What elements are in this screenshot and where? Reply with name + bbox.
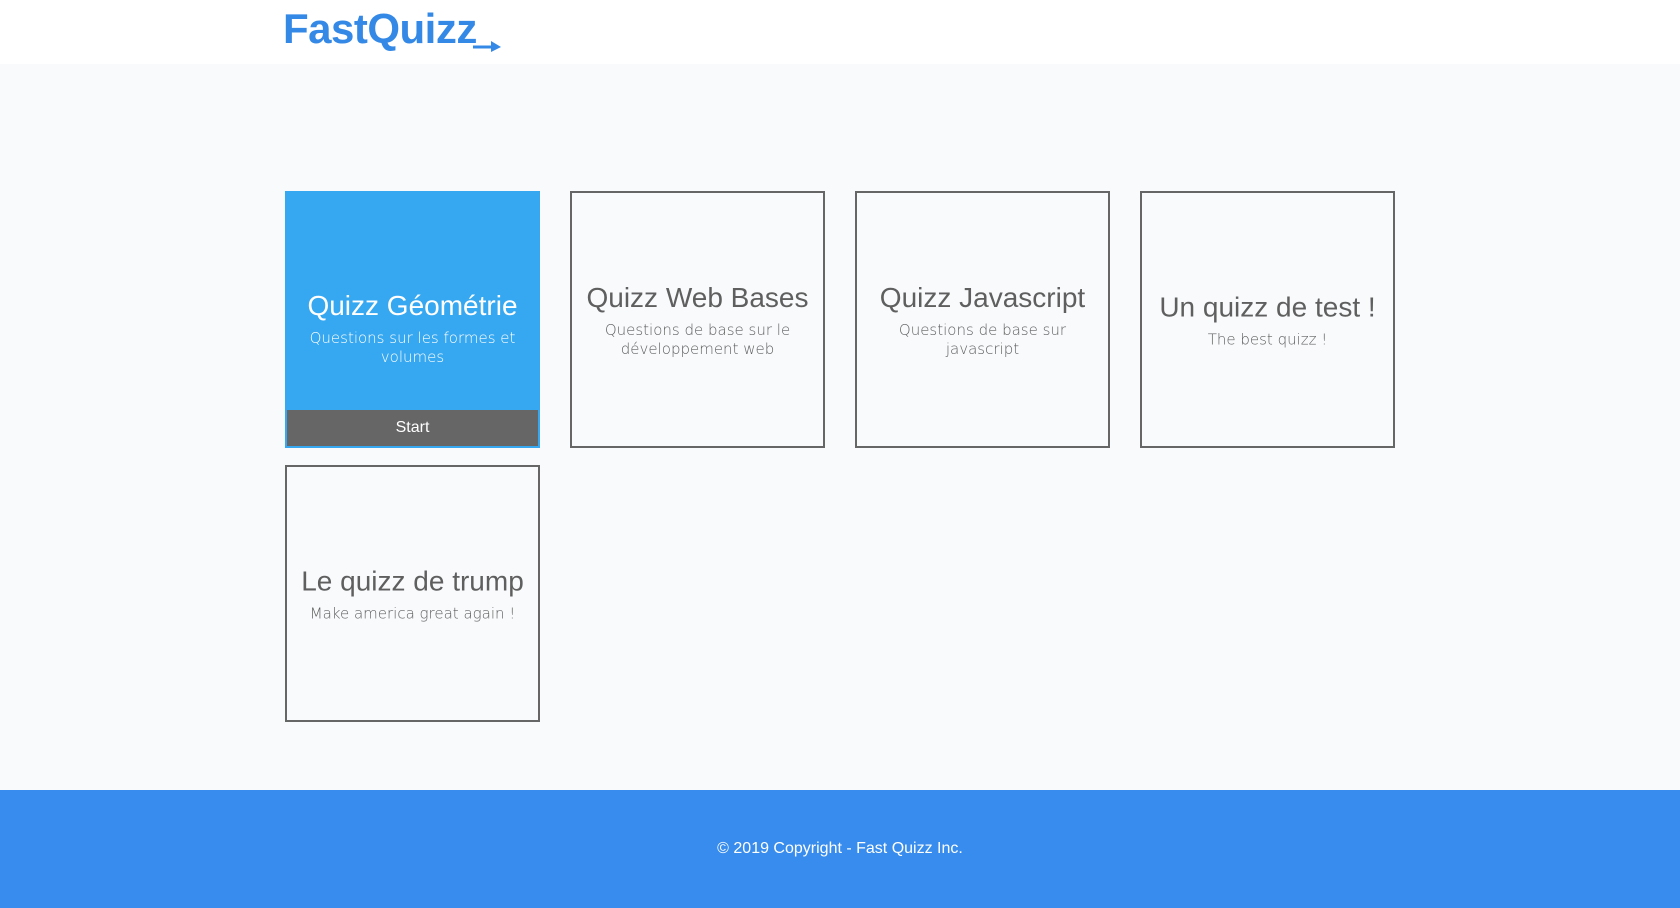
quiz-title: Un quizz de test ! bbox=[1159, 291, 1376, 322]
logo-text: FastQuizz bbox=[283, 5, 477, 52]
quiz-title: Quizz Géométrie bbox=[307, 290, 518, 321]
quiz-card-body: Le quizz de trump Make america great aga… bbox=[287, 564, 538, 623]
quiz-title: Le quizz de trump bbox=[301, 565, 524, 596]
quiz-card-body: Quizz Web Bases Questions de base sur le… bbox=[572, 281, 823, 359]
quiz-grid: Quizz Géométrie Questions sur les formes… bbox=[0, 64, 1680, 790]
quiz-card-geometrie[interactable]: Quizz Géométrie Questions sur les formes… bbox=[285, 191, 540, 448]
logo-arrow-icon bbox=[472, 41, 501, 52]
site-footer: © 2019 Copyright - Fast Quizz Inc. bbox=[0, 790, 1680, 908]
quiz-card-body: Un quizz de test ! The best quizz ! bbox=[1142, 290, 1393, 349]
site-header: FastQuizz bbox=[0, 0, 1680, 64]
quiz-card-test[interactable]: Un quizz de test ! The best quizz ! bbox=[1140, 191, 1395, 448]
quiz-card-body: Quizz Javascript Questions de base sur j… bbox=[857, 281, 1108, 359]
quiz-card-body: Quizz Géométrie Questions sur les formes… bbox=[287, 289, 538, 367]
quiz-description: Questions sur les formes et volumes bbox=[309, 329, 516, 366]
quiz-card-javascript[interactable]: Quizz Javascript Questions de base sur j… bbox=[855, 191, 1110, 448]
logo[interactable]: FastQuizz bbox=[283, 5, 501, 52]
copyright-text: © 2019 Copyright - Fast Quizz Inc. bbox=[717, 840, 963, 857]
quiz-description: The best quizz ! bbox=[1207, 330, 1328, 348]
quiz-description: Make america great again ! bbox=[309, 604, 516, 622]
quiz-description: Questions de base sur le développement w… bbox=[604, 320, 791, 358]
start-button[interactable]: Start bbox=[287, 410, 538, 446]
quiz-card-trump[interactable]: Le quizz de trump Make america great aga… bbox=[285, 465, 540, 722]
quiz-description: Questions de base sur javascript bbox=[898, 320, 1067, 358]
quiz-card-web-bases[interactable]: Quizz Web Bases Questions de base sur le… bbox=[570, 191, 825, 448]
quiz-title: Quizz Javascript bbox=[879, 281, 1086, 313]
quiz-title: Quizz Web Bases bbox=[586, 281, 809, 313]
